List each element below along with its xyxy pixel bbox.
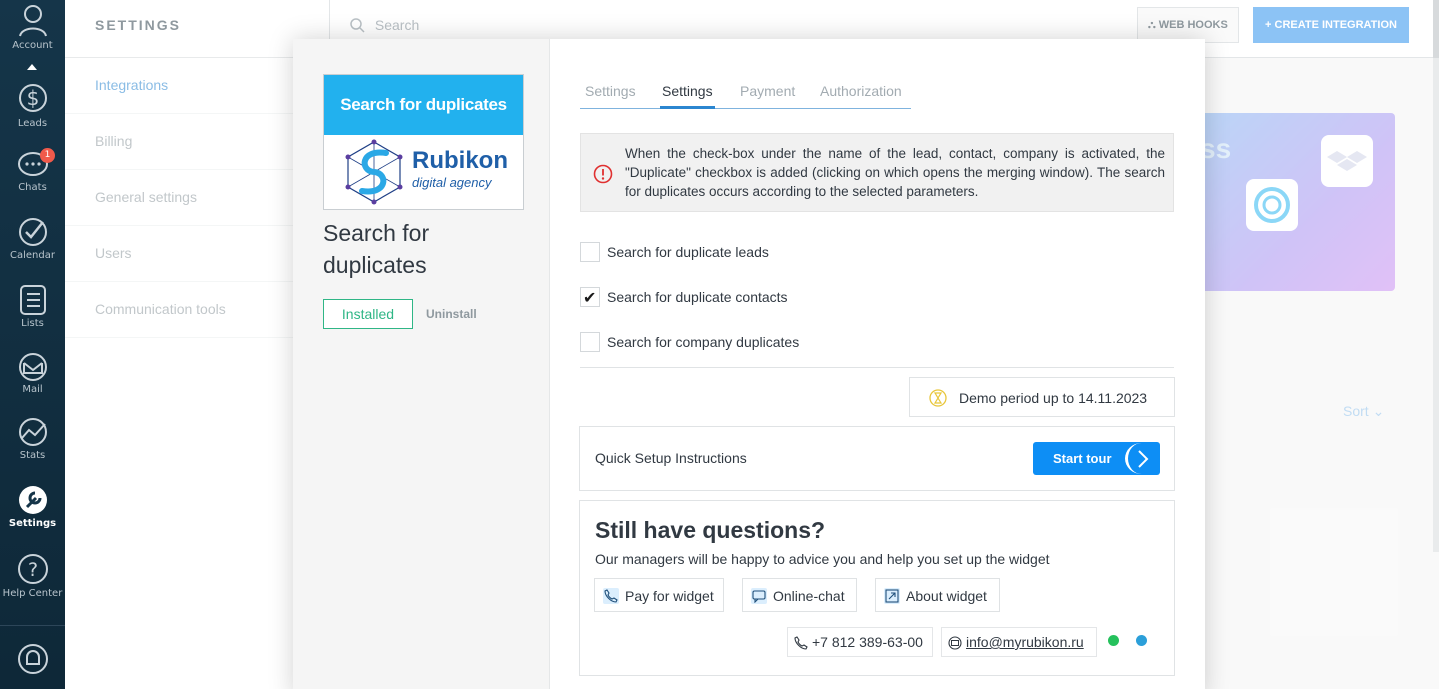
online-chat-button[interactable]: Online-chat	[742, 578, 857, 612]
leads-icon: $	[18, 84, 47, 112]
phone-icon	[603, 588, 619, 604]
widget-summary-panel: Search for duplicates Rubikon digital ag…	[293, 39, 550, 689]
lists-icon	[19, 285, 46, 315]
quick-setup-section: Quick Setup Instructions Start tour	[579, 426, 1175, 491]
email-contact[interactable]: info@myrubikon.ru	[941, 627, 1097, 657]
left-nav: Account $ Leads 1 Chats Calendar Lists M…	[0, 0, 65, 689]
account-icon	[18, 5, 47, 37]
demo-period-text: Demo period up to 14.11.2023	[959, 390, 1148, 406]
support-title: Still have questions?	[595, 517, 826, 543]
widget-logo: Search for duplicates Rubikon digital ag…	[323, 74, 524, 210]
installed-button[interactable]: Installed	[323, 299, 413, 329]
support-subtitle: Our managers will be happy to advice you…	[595, 551, 1050, 567]
logo-brand: Rubikon digital agency	[324, 135, 523, 209]
nav-bottom	[0, 625, 65, 689]
pay-for-widget-label: Pay for widget	[625, 588, 714, 604]
nav-calendar-label: Calendar	[10, 250, 55, 261]
nav-help-center[interactable]: ? Help Center	[0, 552, 65, 599]
search-input[interactable]: Search	[350, 17, 419, 33]
calendar-icon	[18, 218, 47, 246]
pay-for-widget-button[interactable]: Pay for widget	[594, 578, 724, 612]
warning-icon	[593, 164, 613, 184]
nav-settings-label: Settings	[8, 518, 57, 529]
nav-stats-label: Stats	[19, 450, 46, 461]
search-icon	[350, 18, 365, 33]
start-tour-label: Start tour	[1053, 451, 1112, 466]
nav-help-label: Help Center	[2, 588, 63, 599]
nav-account[interactable]: Account	[0, 2, 65, 51]
checkbox-companies[interactable]	[580, 332, 600, 352]
logo-subtitle: digital agency	[412, 175, 492, 190]
phone-contact[interactable]: +7 812 389-63-00	[787, 627, 933, 657]
checkmark-icon: ✔	[583, 290, 597, 307]
widget-title: Search for duplicates	[323, 220, 430, 278]
help-icon: ?	[17, 554, 48, 584]
tab-settings-1[interactable]: Settings	[585, 83, 636, 99]
start-tour-button[interactable]: Start tour	[1033, 442, 1160, 475]
whatsapp-icon[interactable]	[1108, 635, 1119, 646]
option-label: Search for company duplicates	[607, 334, 800, 350]
web-hooks-button[interactable]: ⛬ WEB HOOKS	[1137, 7, 1239, 43]
notifications-bell-icon[interactable]	[17, 642, 49, 676]
widget-tabs: Settings Settings Payment Authorization	[580, 81, 911, 109]
quick-setup-label: Quick Setup Instructions	[595, 450, 747, 466]
phone-number: +7 812 389-63-00	[812, 634, 923, 650]
demo-period-badge: Demo period up to 14.11.2023	[909, 377, 1175, 417]
mail-icon	[18, 353, 47, 381]
nav-calendar[interactable]: Calendar	[0, 216, 65, 261]
tab-authorization[interactable]: Authorization	[820, 83, 902, 99]
nav-settings[interactable]: Settings	[0, 484, 65, 529]
settings-title: SETTINGS	[65, 0, 329, 58]
svg-text:$: $	[26, 86, 39, 110]
webhooks-icon: ⛬	[1148, 19, 1159, 31]
option-label: Search for duplicate leads	[607, 244, 769, 260]
online-chat-label: Online-chat	[773, 588, 845, 604]
collapse-up-icon[interactable]	[27, 64, 37, 70]
hourglass-icon	[929, 389, 947, 407]
chats-badge: 1	[40, 148, 55, 163]
external-link-icon	[884, 588, 900, 604]
nav-chats[interactable]: 1 Chats	[0, 148, 65, 193]
nav-lists-label: Lists	[21, 318, 44, 329]
logo-banner-text: Search for duplicates	[324, 75, 523, 135]
svg-text:?: ?	[27, 559, 37, 581]
about-widget-label: About widget	[906, 588, 987, 604]
stats-icon	[18, 418, 47, 446]
nav-stats[interactable]: Stats	[0, 416, 65, 461]
checkbox-leads[interactable]	[580, 242, 600, 262]
telegram-icon[interactable]	[1136, 635, 1147, 646]
about-widget-button[interactable]: About widget	[875, 578, 1000, 612]
tab-settings-2[interactable]: Settings	[660, 83, 715, 109]
widget-modal: Search for duplicates Rubikon digital ag…	[293, 39, 1205, 689]
section-divider	[580, 367, 1174, 368]
nav-mail-label: Mail	[22, 384, 43, 395]
nav-lists[interactable]: Lists	[0, 284, 65, 329]
nav-leads[interactable]: $ Leads	[0, 80, 65, 129]
email-icon	[948, 636, 962, 650]
create-integration-button[interactable]: + CREATE INTEGRATION	[1253, 7, 1409, 43]
web-hooks-label: WEB HOOKS	[1158, 19, 1228, 31]
checkbox-contacts[interactable]: ✔	[580, 287, 600, 307]
phone-icon	[794, 636, 808, 650]
email-address: info@myrubikon.ru	[966, 634, 1084, 650]
nav-mail[interactable]: Mail	[0, 352, 65, 395]
support-section: Still have questions? Our managers will …	[579, 500, 1175, 676]
search-placeholder: Search	[374, 17, 420, 33]
info-notice: When the check-box under the name of the…	[580, 133, 1174, 212]
option-label: Search for duplicate contacts	[607, 289, 788, 305]
settings-wrench-icon	[18, 486, 47, 514]
nav-chats-label: Chats	[18, 182, 47, 193]
nav-leads-label: Leads	[17, 118, 48, 129]
logo-word: Rubikon	[412, 147, 508, 174]
nav-account-label: Account	[12, 40, 53, 51]
rubikon-network-icon	[345, 139, 403, 205]
chat-icon	[751, 588, 767, 604]
notice-text: When the check-box under the name of the…	[625, 146, 1165, 199]
chevron-right-icon	[1138, 450, 1149, 468]
tab-payment[interactable]: Payment	[740, 83, 795, 99]
uninstall-button[interactable]: Uninstall	[426, 307, 477, 321]
